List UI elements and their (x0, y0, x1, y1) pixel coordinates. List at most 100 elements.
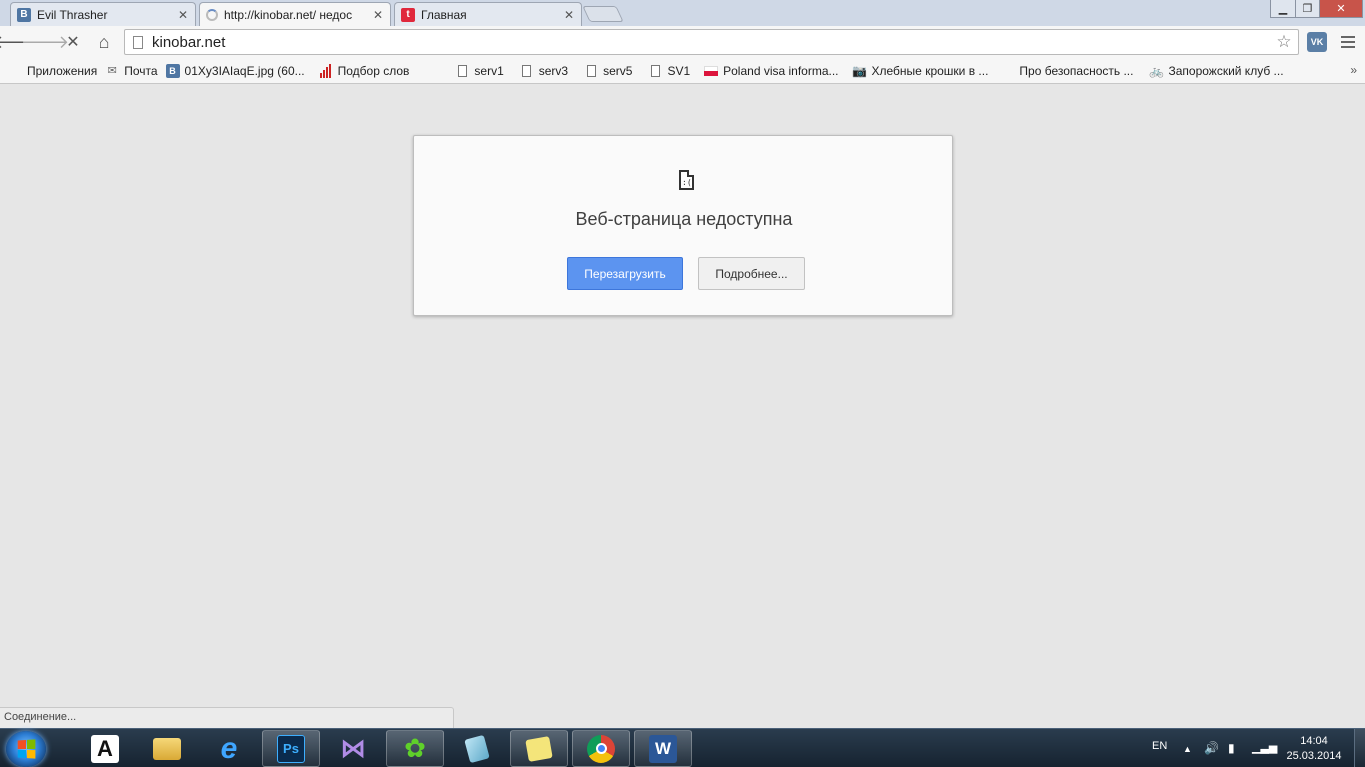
word-icon: W (649, 734, 677, 763)
bookmark-label: serv1 (474, 63, 504, 78)
bookmark-label: Про безопасность ... (1019, 63, 1134, 78)
bar-chart-icon (319, 63, 333, 78)
bookmark-label: Подбор слов (337, 63, 410, 78)
photoshop-icon: Ps (277, 734, 305, 763)
bookmark-zaporozhsky-club[interactable]: 🚲 Запорожский клуб ... (1147, 60, 1289, 82)
system-clock[interactable]: 14:04 25.03.2014 (1283, 734, 1345, 764)
bookmark-poland-visa[interactable]: Poland visa informa... (702, 60, 844, 82)
tab-title: Evil Thrasher (37, 7, 108, 22)
taskbar-app-photoshop[interactable]: Ps (262, 730, 320, 767)
camera-icon: 📷 (852, 63, 867, 78)
taskbar-app-chrome[interactable] (572, 730, 630, 767)
taskbar-app-explorer[interactable] (138, 730, 196, 767)
bookmark-serv1[interactable]: serv1 (453, 60, 509, 82)
bookmark-apps[interactable]: Приложения (6, 60, 103, 82)
tab-kinobar[interactable]: http://kinobar.net/ недос ✕ (199, 2, 391, 27)
apps-grid-icon (8, 64, 22, 78)
chrome-menu-button[interactable] (1340, 34, 1356, 50)
bookmark-podbor-slov[interactable]: Подбор слов (317, 60, 416, 82)
close-icon[interactable]: ✕ (177, 8, 189, 22)
bookmark-khlebnye-kroshki[interactable]: 📷 Хлебные крошки в ... (851, 60, 995, 82)
bookmarks-overflow-button[interactable]: » (1350, 63, 1357, 77)
icq-icon: ✿ (404, 733, 426, 763)
bicycle-icon: 🚲 (1149, 63, 1164, 78)
tab-strip: B Evil Thrasher ✕ http://kinobar.net/ не… (0, 0, 1365, 27)
bookmark-label: Poland visa informa... (723, 63, 839, 78)
show-desktop-button[interactable] (1354, 729, 1365, 767)
vk-extension-button[interactable]: VK (1307, 32, 1327, 52)
tab-glavnaya[interactable]: t Главная ✕ (394, 2, 582, 26)
bookmark-serv3[interactable]: serv3 (518, 60, 574, 82)
home-icon: ⌂ (98, 31, 110, 52)
taskbar-app-word[interactable]: W (634, 730, 692, 767)
bookmark-label: serv3 (538, 63, 569, 78)
abbyy-icon: A (91, 734, 119, 763)
windows-taskbar: A e Ps ⋈ ✿ W EN ▲ 🔊 ▮ ▁▃▅ 14:04 25.03.20… (0, 728, 1365, 767)
bookmark-pro-bezopasnost[interactable]: Про безопасность ... (998, 60, 1139, 82)
ukraine-flag-icon (1000, 64, 1014, 78)
language-indicator[interactable]: EN (1152, 740, 1167, 752)
taskbar-app-ie[interactable]: e (200, 730, 258, 767)
bookmark-label: Приложения (27, 63, 98, 78)
bookmark-serv5[interactable]: serv5 (582, 60, 638, 82)
sticky-notes-icon (525, 735, 553, 762)
bookmark-sv1[interactable]: SV1 (646, 60, 696, 82)
menu-line (1341, 46, 1355, 48)
page-icon (133, 35, 143, 49)
page-icon (520, 64, 534, 78)
minimize-button[interactable]: ▁ (1270, 0, 1296, 18)
power-icon[interactable]: ▮ (1228, 741, 1235, 755)
page-content: :( Веб-страница недоступна Перезагрузить… (0, 85, 1365, 728)
restore-button[interactable]: ❐ (1295, 0, 1320, 18)
close-icon[interactable]: ✕ (372, 8, 384, 22)
windows-logo-icon (17, 739, 36, 759)
start-button[interactable] (6, 731, 46, 767)
tab-evil-thrasher[interactable]: B Evil Thrasher ✕ (10, 2, 196, 26)
notes-app-icon (464, 734, 490, 763)
url-input[interactable] (152, 33, 1273, 51)
home-button[interactable]: ⌂ (92, 30, 116, 54)
tray-overflow-icon[interactable]: ▲ (1183, 744, 1192, 754)
bookmark-vk-image[interactable]: B 01Xy3IAIaqE.jpg (60... (164, 60, 311, 82)
t-icon: t (401, 7, 415, 22)
close-window-button[interactable]: ✕ (1319, 0, 1363, 18)
sad-page-icon: :( (679, 170, 694, 190)
bookmark-label: Почта (124, 63, 158, 78)
reload-button[interactable]: Перезагрузить (567, 257, 683, 290)
status-bubble: Соединение... (0, 707, 454, 728)
omnibox[interactable]: ☆ (124, 29, 1299, 55)
error-title: Веб-страница недоступна (575, 209, 793, 229)
page-icon (584, 64, 598, 78)
visual-studio-icon: ⋈ (340, 733, 366, 763)
volume-icon[interactable]: 🔊 (1204, 741, 1219, 755)
tab-title: http://kinobar.net/ недос (224, 8, 353, 22)
taskbar-app-icq[interactable]: ✿ (386, 730, 444, 767)
close-icon[interactable]: ✕ (563, 8, 575, 22)
loading-spinner-icon (206, 9, 218, 21)
taskbar-app-notes[interactable] (448, 730, 506, 767)
explorer-folder-icon (153, 737, 181, 760)
network-signal-icon[interactable]: ▁▃▅ (1252, 741, 1277, 754)
bookmark-label: SV1 (667, 63, 691, 78)
browser-toolbar: 🡐 🡒 ✕ ⌂ ☆ VK (0, 26, 1365, 58)
details-button[interactable]: Подробнее... (698, 257, 805, 290)
new-tab-button[interactable] (582, 6, 624, 22)
clock-time: 14:04 (1300, 735, 1328, 747)
taskbar-app-sticky-notes[interactable] (510, 730, 568, 767)
forward-button[interactable]: 🡒 (21, 30, 69, 54)
taskbar-app-visual-studio[interactable]: ⋈ (324, 730, 382, 767)
bookmark-mail[interactable]: ✉ Почта (103, 60, 163, 82)
bookmark-label: serv5 (603, 63, 633, 78)
clock-date: 25.03.2014 (1286, 750, 1342, 762)
star-icon[interactable]: ☆ (1273, 32, 1295, 52)
stop-button[interactable]: ✕ (61, 30, 85, 54)
taskbar-app-abbyy[interactable]: A (76, 730, 134, 767)
chrome-icon (587, 734, 615, 763)
vk-icon: B (165, 63, 180, 78)
stop-x-icon: ✕ (66, 34, 80, 51)
menu-line (1341, 36, 1355, 38)
mail-icon: ✉ (107, 65, 117, 77)
menu-line (1341, 41, 1355, 43)
page-icon (455, 64, 469, 78)
bookmark-label: 01Xy3IAIaqE.jpg (60... (184, 63, 305, 78)
